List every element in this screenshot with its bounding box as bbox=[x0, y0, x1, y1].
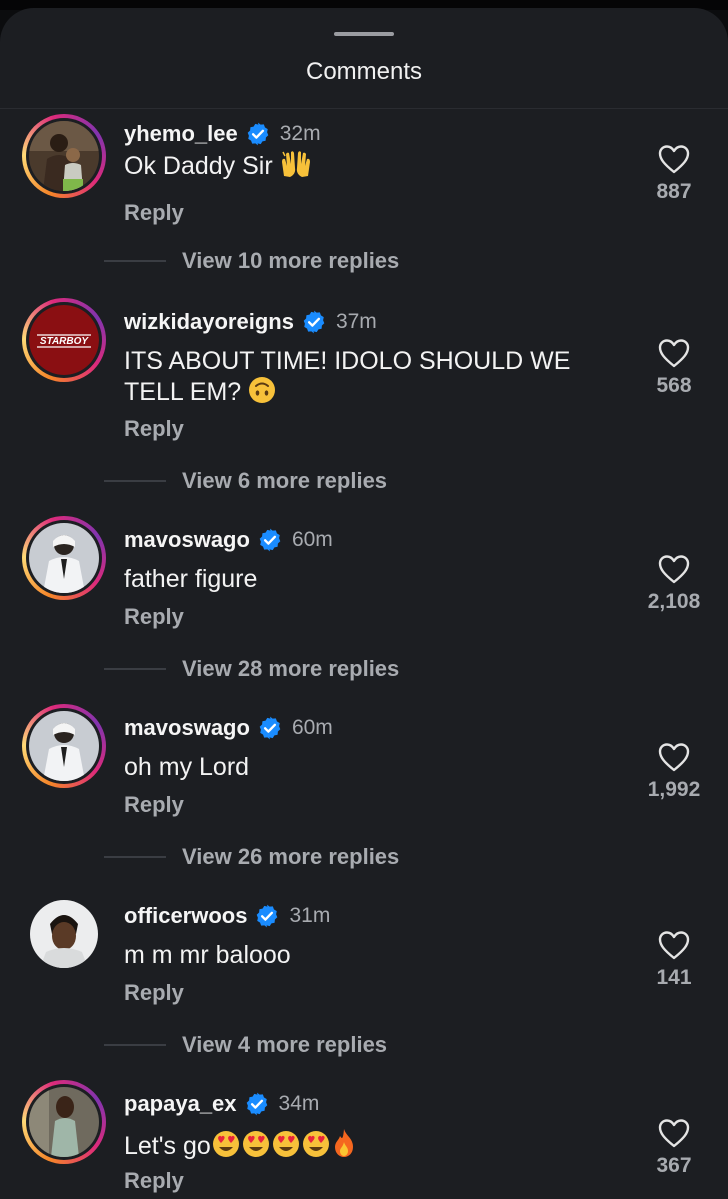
reply-button[interactable]: Reply bbox=[124, 604, 184, 630]
like-control[interactable]: 1,992 bbox=[620, 742, 728, 802]
view-replies-button[interactable]: View 26 more replies bbox=[104, 844, 399, 870]
avatar[interactable]: STARBOY bbox=[22, 298, 106, 382]
like-count: 568 bbox=[656, 374, 692, 397]
raised-hands-emoji-icon bbox=[281, 150, 310, 177]
comment-item: STARBOY wizkidayoreigns 37m ITS ABOUT TI… bbox=[0, 298, 728, 493]
verified-badge-icon bbox=[303, 310, 325, 334]
heart-icon[interactable] bbox=[658, 1118, 690, 1148]
svg-text:STARBOY: STARBOY bbox=[40, 336, 89, 347]
like-count: 1,992 bbox=[647, 778, 701, 801]
heart-icon[interactable] bbox=[658, 144, 690, 174]
view-replies-button[interactable]: View 10 more replies bbox=[104, 248, 399, 274]
comment-item: officerwoos 31m m m mr balooo Reply 141 … bbox=[0, 892, 728, 1057]
like-control[interactable]: 2,108 bbox=[620, 554, 728, 614]
comment-text: Let's go bbox=[124, 1128, 624, 1161]
heart-icon[interactable] bbox=[658, 338, 690, 368]
heart-icon[interactable] bbox=[658, 554, 690, 584]
header-divider bbox=[0, 108, 728, 109]
avatar-image bbox=[30, 900, 98, 968]
username[interactable]: mavoswago bbox=[124, 527, 250, 553]
view-replies-button[interactable]: View 4 more replies bbox=[104, 1032, 387, 1058]
username[interactable]: wizkidayoreigns bbox=[124, 309, 294, 335]
heart-eyes-emoji-icon bbox=[272, 1131, 299, 1157]
comment-meta: mavoswago 60m bbox=[124, 524, 333, 556]
verified-badge-icon bbox=[257, 904, 278, 928]
heart-eyes-emoji-icon bbox=[212, 1131, 239, 1157]
heart-icon[interactable] bbox=[658, 930, 690, 960]
view-replies-label: View 26 more replies bbox=[182, 844, 400, 869]
comment-meta: yhemo_lee 32m bbox=[124, 118, 321, 150]
comment-meta: mavoswago 60m bbox=[124, 712, 333, 744]
comments-sheet: Comments yhemo_lee 32m Ok Daddy Sir Repl… bbox=[0, 8, 728, 1199]
comment-text: Ok Daddy Sir bbox=[124, 150, 624, 181]
upside-down-face-emoji-icon bbox=[249, 377, 276, 403]
avatar[interactable] bbox=[22, 892, 106, 976]
username[interactable]: papaya_ex bbox=[124, 1091, 237, 1117]
timestamp: 34m bbox=[278, 1092, 320, 1115]
comment-text: father figure bbox=[124, 565, 258, 593]
avatar-image bbox=[29, 1087, 99, 1157]
comment-item: mavoswago 60m oh my Lord Reply 1,992 Vie… bbox=[0, 704, 728, 869]
comment-text: oh my Lord bbox=[124, 753, 250, 781]
verified-badge-icon bbox=[259, 716, 281, 740]
reply-button[interactable]: Reply bbox=[124, 1168, 184, 1194]
avatar-image bbox=[29, 121, 99, 191]
comment-item: papaya_ex 34m Let's go Reply 367 bbox=[0, 1080, 728, 1199]
reply-button[interactable]: Reply bbox=[124, 792, 184, 818]
timestamp: 37m bbox=[335, 310, 377, 333]
verified-badge-icon bbox=[247, 122, 269, 146]
timestamp: 32m bbox=[279, 122, 321, 145]
comment-item: mavoswago 60m father figure Reply 2,108 … bbox=[0, 516, 728, 681]
verified-badge-icon bbox=[259, 528, 281, 552]
like-count: 887 bbox=[656, 180, 692, 203]
starboy-logo: STARBOY bbox=[29, 305, 99, 375]
verified-badge-icon bbox=[246, 1092, 267, 1116]
replies-divider bbox=[104, 668, 166, 670]
comment-text: ITS ABOUT TIME! IDOLO SHOULD WE TELL EM? bbox=[124, 347, 571, 406]
comment-item: yhemo_lee 32m Ok Daddy Sir Reply 887 Vie… bbox=[0, 112, 728, 274]
username[interactable]: mavoswago bbox=[124, 715, 250, 741]
like-control[interactable]: 141 bbox=[620, 930, 728, 990]
replies-divider bbox=[104, 480, 166, 482]
comment-text: m m mr balooo bbox=[124, 941, 291, 969]
avatar[interactable] bbox=[22, 516, 106, 600]
view-replies-label: View 4 more replies bbox=[182, 1032, 388, 1057]
replies-divider bbox=[104, 260, 166, 262]
reply-button[interactable]: Reply bbox=[124, 416, 184, 442]
avatar-image bbox=[29, 523, 99, 593]
username[interactable]: officerwoos bbox=[124, 903, 247, 929]
like-control[interactable]: 887 bbox=[620, 144, 728, 204]
like-count: 141 bbox=[656, 966, 692, 989]
username[interactable]: yhemo_lee bbox=[124, 121, 238, 147]
timestamp: 60m bbox=[291, 716, 333, 739]
heart-eyes-emoji-icon bbox=[242, 1131, 269, 1157]
sheet-title: Comments bbox=[305, 58, 423, 85]
view-replies-label: View 28 more replies bbox=[182, 656, 400, 681]
like-count: 367 bbox=[656, 1154, 692, 1177]
like-count: 2,108 bbox=[647, 590, 701, 613]
comment-meta: officerwoos 31m bbox=[124, 900, 330, 932]
view-replies-label: View 10 more replies bbox=[182, 248, 400, 273]
timestamp: 60m bbox=[291, 528, 333, 551]
view-replies-button[interactable]: View 6 more replies bbox=[104, 468, 387, 494]
reply-button[interactable]: Reply bbox=[124, 200, 184, 226]
avatar-image bbox=[29, 711, 99, 781]
fire-emoji-icon bbox=[334, 1129, 353, 1157]
avatar[interactable] bbox=[22, 114, 106, 198]
timestamp: 31m bbox=[289, 904, 331, 927]
like-control[interactable]: 568 bbox=[620, 338, 728, 398]
avatar[interactable] bbox=[22, 704, 106, 788]
like-control[interactable]: 367 bbox=[620, 1118, 728, 1178]
heart-icon[interactable] bbox=[658, 742, 690, 772]
avatar[interactable] bbox=[22, 1080, 106, 1164]
view-replies-label: View 6 more replies bbox=[182, 468, 388, 493]
reply-button[interactable]: Reply bbox=[124, 980, 184, 1006]
replies-divider bbox=[104, 1044, 166, 1046]
replies-divider bbox=[104, 856, 166, 858]
comment-meta: papaya_ex 34m bbox=[124, 1088, 319, 1120]
comment-meta: wizkidayoreigns 37m bbox=[124, 306, 377, 338]
drag-handle[interactable] bbox=[334, 32, 394, 36]
heart-eyes-emoji-icon bbox=[302, 1131, 329, 1157]
view-replies-button[interactable]: View 28 more replies bbox=[104, 656, 399, 682]
